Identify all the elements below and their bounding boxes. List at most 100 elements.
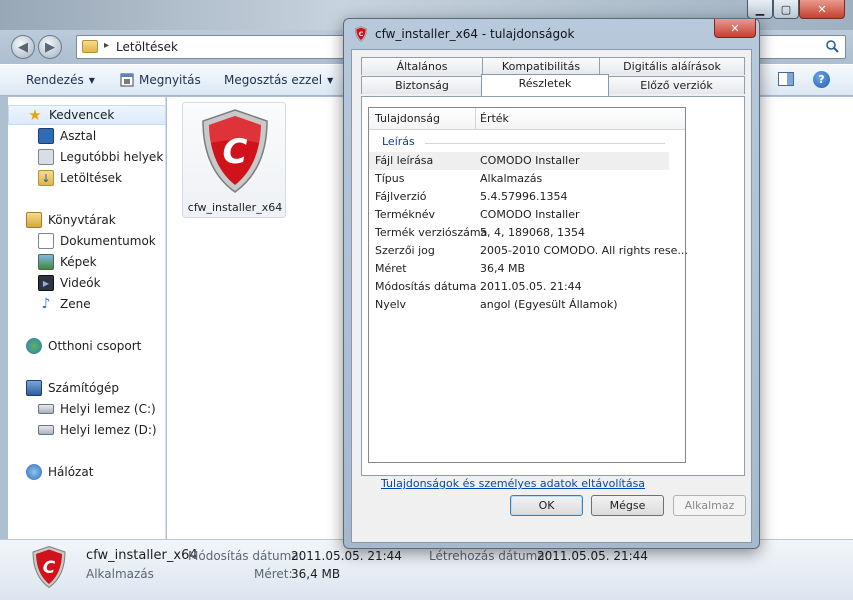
open-button[interactable]: Megnyitás (120, 73, 201, 87)
chevron-right-icon[interactable]: ▸ (104, 40, 109, 51)
nav-item-drive-d[interactable]: Helyi lemez (D:) (8, 420, 166, 440)
nav-item-music[interactable]: ♪ Zene (8, 294, 166, 314)
property-row[interactable]: Nyelv angol (Egyesült Államok) (369, 296, 669, 314)
tab-previous-versions[interactable]: Előző verziók (608, 76, 745, 94)
nav-item-label: Könyvtárak (48, 213, 116, 227)
details-tab-panel: Tulajdonság Érték Leírás Fájl leírása CO… (361, 96, 745, 490)
close-button[interactable]: ✕ (799, 0, 845, 19)
nav-item-label: Otthoni csoport (48, 339, 142, 353)
search-icon[interactable] (825, 39, 839, 53)
nav-item-label: Videók (60, 276, 101, 290)
comodo-shield-icon: C (32, 545, 66, 589)
help-icon[interactable]: ? (813, 71, 830, 88)
property-row[interactable]: Termék verziószáma 5, 4, 189068, 1354 (369, 224, 669, 242)
nav-item-favorites[interactable]: ★ Kedvencek (8, 105, 166, 125)
open-label: Megnyitás (139, 73, 201, 87)
nav-item-documents[interactable]: Dokumentumok (8, 231, 166, 251)
property-name: Termék verziószáma (375, 226, 488, 239)
details-file-name: cfw_installer_x64 (86, 548, 198, 563)
property-row[interactable]: Méret 36,4 MB (369, 260, 669, 278)
details-modified-value: 2011.05.05. 21:44 (291, 549, 402, 563)
close-icon[interactable]: ✕ (714, 19, 756, 38)
property-value: Alkalmazás (480, 172, 543, 185)
property-name: Szerzői jog (375, 244, 435, 257)
property-row[interactable]: Fájlverzió 5.4.57996.1354 (369, 188, 669, 206)
column-divider[interactable] (475, 108, 476, 130)
file-item[interactable]: C cfw_installer_x64 (182, 102, 286, 218)
details-created-label: Létrehozás dátuma: (429, 549, 549, 563)
drive-d-icon (38, 425, 54, 435)
group-header-description: Leírás (382, 135, 415, 148)
tab-compatibility[interactable]: Kompatibilitás (482, 57, 600, 75)
property-row[interactable]: Módosítás dátuma 2011.05.05. 21:44 (369, 278, 669, 296)
details-created-value: 2011.05.05. 21:44 (537, 549, 648, 563)
downloads-folder-icon: ↓ (38, 170, 54, 186)
ok-button[interactable]: OK (510, 495, 583, 516)
details-file-type: Alkalmazás (86, 567, 154, 581)
tab-security[interactable]: Biztonság (361, 76, 483, 94)
file-name-label: cfw_installer_x64 (187, 201, 283, 214)
nav-item-libraries[interactable]: Könyvtárak (8, 210, 166, 230)
share-label: Megosztás ezzel (224, 73, 323, 87)
nav-item-label: Számítógép (48, 381, 119, 395)
open-program-icon (120, 73, 134, 87)
property-name: Fájl leírása (375, 154, 434, 167)
property-value: 2011.05.05. 21:44 (480, 280, 582, 293)
nav-item-pictures[interactable]: Képek (8, 252, 166, 272)
computer-icon (26, 380, 42, 396)
nav-item-label: Kedvencek (49, 108, 115, 122)
address-path[interactable]: Letöltések (116, 40, 178, 54)
star-icon: ★ (28, 106, 42, 124)
nav-item-videos[interactable]: ▶ Videók (8, 273, 166, 293)
preview-pane-icon[interactable] (778, 72, 794, 86)
dropdown-caret-icon: ▼ (327, 75, 334, 85)
folder-icon (82, 40, 98, 53)
nav-item-homegroup[interactable]: Otthoni csoport (8, 336, 166, 356)
back-button[interactable]: ◀ (11, 35, 35, 59)
property-name: Típus (375, 172, 405, 185)
group-divider (425, 143, 665, 144)
maximize-button[interactable]: ▢ (773, 0, 799, 19)
property-value: COMODO Installer (480, 154, 580, 167)
desktop-icon (38, 128, 54, 144)
nav-item-label: Legutóbbi helyek (60, 150, 164, 164)
share-with-menu[interactable]: Megosztás ezzel ▼ (224, 73, 333, 87)
forward-button[interactable]: ▶ (38, 35, 62, 59)
property-row[interactable]: Típus Alkalmazás (369, 170, 669, 188)
nav-item-computer[interactable]: Számítógép (8, 378, 166, 398)
nav-item-network[interactable]: Hálózat (8, 462, 166, 482)
tab-general[interactable]: Általános (361, 57, 483, 75)
nav-item-label: Dokumentumok (60, 234, 156, 248)
tab-digital-signatures[interactable]: Digitális aláírások (599, 57, 745, 75)
property-row[interactable]: Terméknév COMODO Installer (369, 206, 669, 224)
properties-dialog: C cfw_installer_x64 - tulajdonságok ✕ Ál… (343, 18, 760, 549)
property-row[interactable]: Fájl leírása COMODO Installer (369, 152, 669, 170)
nav-item-desktop[interactable]: Asztal (8, 126, 166, 146)
nav-item-downloads[interactable]: ↓ Letöltések (8, 168, 166, 188)
list-header: Tulajdonság Érték (369, 108, 685, 130)
nav-item-label: Helyi lemez (C:) (60, 402, 156, 416)
remove-properties-link[interactable]: Tulajdonságok és személyes adatok eltávo… (381, 477, 645, 490)
column-header-property[interactable]: Tulajdonság (375, 112, 440, 125)
nav-item-label: Képek (60, 255, 97, 269)
property-list[interactable]: Tulajdonság Érték Leírás Fájl leírása CO… (368, 107, 688, 463)
network-icon (26, 464, 42, 480)
cancel-button[interactable]: Mégse (591, 495, 664, 516)
column-header-value[interactable]: Érték (480, 112, 509, 125)
homegroup-icon (26, 338, 42, 354)
libraries-icon (26, 212, 42, 228)
nav-item-recent-places[interactable]: Legutóbbi helyek (8, 147, 166, 167)
dialog-body: Általános Kompatibilitás Digitális aláír… (351, 49, 752, 543)
property-row[interactable]: Szerzői jog 2005-2010 COMODO. All rights… (369, 242, 688, 260)
details-size-label: Méret: (254, 567, 293, 581)
nav-item-drive-c[interactable]: Helyi lemez (C:) (8, 399, 166, 419)
tab-details[interactable]: Részletek (481, 74, 609, 96)
minimize-button[interactable]: ▁ (747, 0, 773, 19)
dialog-title: cfw_installer_x64 - tulajdonságok (375, 27, 575, 41)
property-value: 5.4.57996.1354 (480, 190, 568, 203)
comodo-shield-icon: C (202, 109, 268, 193)
nav-item-label: Letöltések (60, 171, 122, 185)
apply-button[interactable]: Alkalmaz (673, 495, 746, 516)
organize-menu[interactable]: Rendezés ▼ (26, 73, 95, 87)
dropdown-caret-icon: ▼ (88, 75, 95, 85)
